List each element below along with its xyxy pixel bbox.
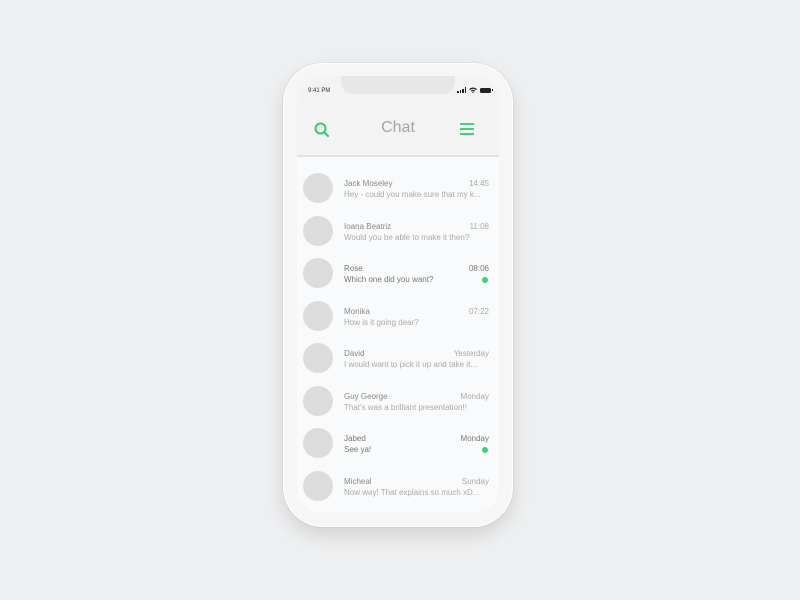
contact-name: Rose xyxy=(344,264,363,273)
message-preview: Which one did you want? xyxy=(344,275,434,284)
contact-name: Guy George xyxy=(344,391,388,401)
avatar xyxy=(303,428,333,458)
notch xyxy=(341,76,455,94)
wifi-icon xyxy=(469,87,477,93)
phone-frame: 9:41 PM Chat Jack Moseley 14:45 Hey - co… xyxy=(283,63,513,527)
message-preview: How is it going dear? xyxy=(344,317,419,327)
conversation-row[interactable]: Guy George Monday That's was a brilliant… xyxy=(297,385,499,429)
message-time: 14:45 xyxy=(468,179,489,188)
avatar xyxy=(303,470,333,501)
avatar xyxy=(303,258,333,288)
message-preview: Would you be able to make it then? xyxy=(344,232,470,242)
conversation-row[interactable]: Jabed Monday See ya! xyxy=(297,428,499,471)
message-time: Sunday xyxy=(461,476,489,486)
avatar xyxy=(303,173,333,203)
contact-name: Jabed xyxy=(344,434,366,443)
avatar xyxy=(303,343,333,373)
conversation-row[interactable]: Monika 07:22 How is it going dear? xyxy=(297,300,499,344)
message-preview: See ya! xyxy=(344,445,372,454)
contact-name: Micheal xyxy=(344,476,372,486)
conversation-list: Jack Moseley 14:45 Hey - could you make … xyxy=(297,173,499,512)
app-header: 9:41 PM Chat xyxy=(297,76,499,157)
avatar xyxy=(303,300,333,331)
avatar xyxy=(303,215,333,246)
message-time: Monday xyxy=(460,434,489,443)
unread-dot xyxy=(482,447,488,453)
conversation-row[interactable]: Micheal Sunday Now way! That explains so… xyxy=(297,470,499,513)
message-time: 07:22 xyxy=(468,306,489,316)
message-time: 11:08 xyxy=(469,221,489,231)
avatar xyxy=(303,385,333,416)
message-preview: Hey - could you make sure that my k... xyxy=(344,190,481,199)
conversation-row[interactable]: David Yesterday I would want to pick it … xyxy=(297,343,499,386)
message-time: 08:06 xyxy=(468,264,489,273)
conversation-row[interactable]: Rose 08:06 Which one did you want? xyxy=(297,258,499,301)
hamburger-menu-icon xyxy=(460,123,474,135)
message-preview: I would want to pick it up and take it..… xyxy=(344,360,477,369)
message-time: Monday xyxy=(460,391,489,401)
phone-screen: 9:41 PM Chat Jack Moseley 14:45 Hey - co… xyxy=(297,76,499,512)
status-time: 9:41 PM xyxy=(308,88,331,94)
unread-dot xyxy=(482,277,488,283)
conversation-row[interactable]: Jack Moseley 14:45 Hey - could you make … xyxy=(297,173,499,216)
conversation-row[interactable]: Ioana Beatriz 11:08 Would you be able to… xyxy=(297,215,499,259)
contact-name: Ioana Beatriz xyxy=(344,221,392,231)
contact-name: Jack Moseley xyxy=(344,179,393,188)
message-preview: That's was a brilliant presentation!! xyxy=(344,402,467,412)
menu-button[interactable] xyxy=(460,122,474,136)
status-icons xyxy=(457,87,493,93)
message-preview: Now way! That explains so much xD... xyxy=(344,487,480,497)
message-time: Yesterday xyxy=(453,349,489,358)
battery-icon xyxy=(480,87,493,93)
contact-name: David xyxy=(344,349,365,358)
contact-name: Monika xyxy=(344,306,370,316)
signal-icon xyxy=(457,87,466,93)
